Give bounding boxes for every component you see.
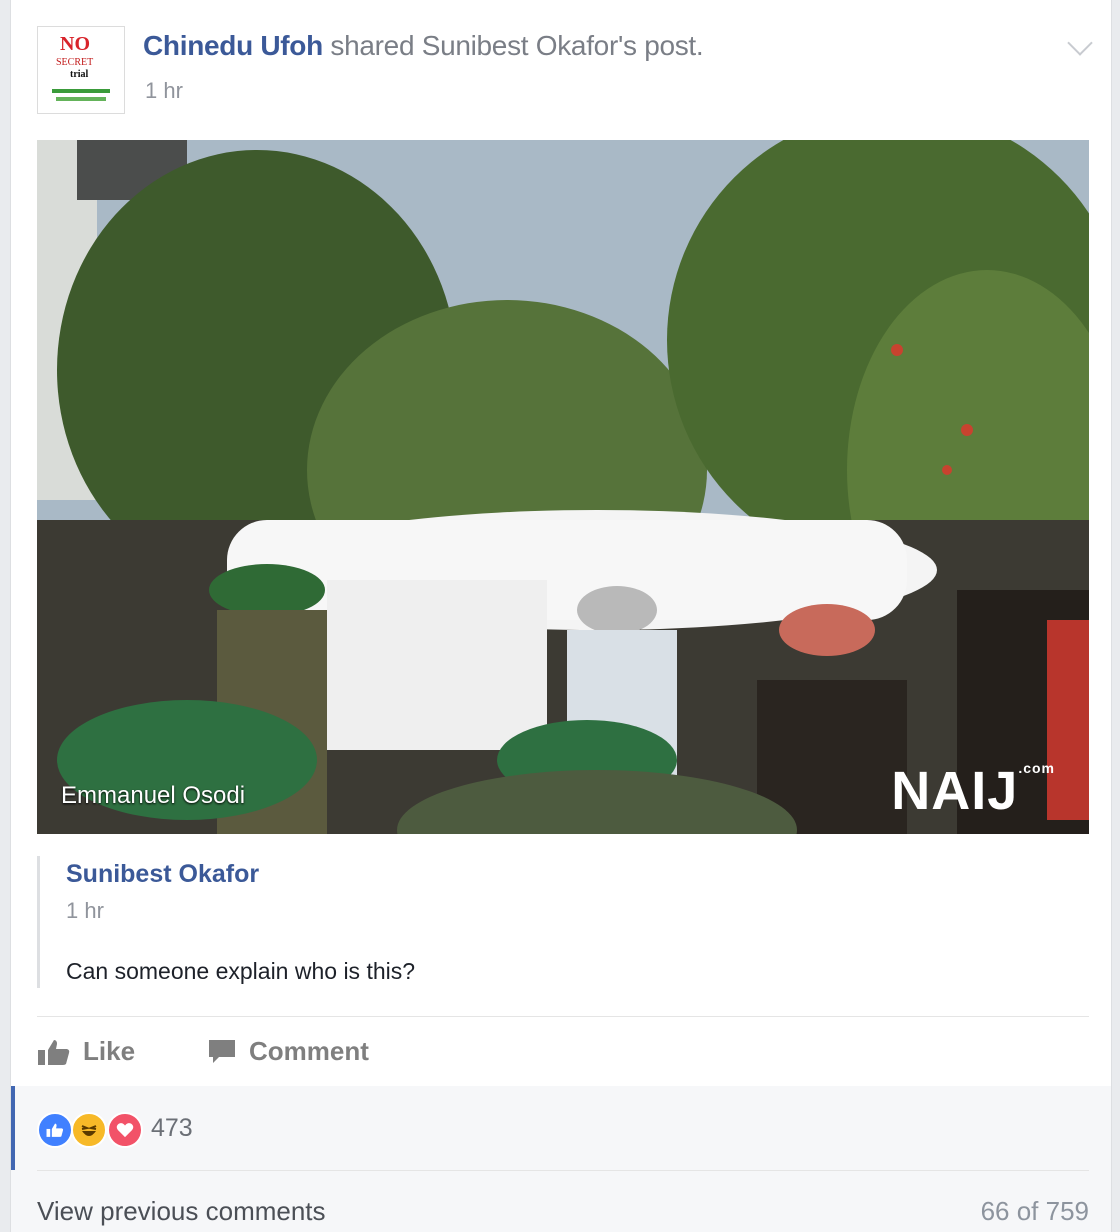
like-label: Like [83,1036,136,1066]
watermark-text: NAIJ [891,761,1019,821]
watermark-logo: NAIJ.com [891,760,1055,822]
avatar-logo-bar [56,97,106,101]
watermark-suffix: .com [1018,760,1055,776]
original-author-link[interactable]: Sunibest Okafor [66,860,259,889]
original-post-text: Can someone explain who is this? [66,958,416,984]
like-button[interactable]: Like [37,1036,135,1067]
focus-accent [11,1086,15,1170]
comment-label: Comment [249,1036,369,1066]
comment-icon [209,1039,235,1063]
view-previous-comments-link[interactable]: View previous comments [37,1196,326,1227]
like-icon [37,1112,73,1148]
sharer-name-link[interactable]: Chinedu Ufoh [143,30,323,61]
divider [37,1016,1089,1017]
post-card: NO SECRET trial Chinedu Ufoh shared Suni… [10,0,1112,1232]
avatar-logo-no: NO [60,33,90,55]
chevron-down-icon[interactable] [1067,30,1093,56]
comment-page-count: 66 of 759 [980,1196,1089,1226]
haha-icon [71,1112,107,1148]
love-icon [107,1112,143,1148]
shared-text: shared Sunibest Okafor's post. [322,30,704,61]
post-timestamp[interactable]: 1 hr [145,78,183,104]
photo-scene [37,140,1089,834]
avatar-logo-secret: SECRET [56,57,94,68]
reaction-count[interactable]: 473 [151,1114,193,1143]
thumbs-up-icon [38,1039,70,1065]
post-header: Chinedu Ufoh shared Sunibest Okafor's po… [143,30,704,62]
original-post: Sunibest Okafor 1 hr Can someone explain… [37,856,1080,988]
photo-credit: Emmanuel Osodi [61,782,246,809]
reaction-summary-bar: 473 View previous comments 66 of 759 [11,1086,1111,1232]
page-avatar[interactable]: NO SECRET trial [37,26,125,114]
divider [37,1170,1089,1171]
comment-button[interactable]: Comment [207,1036,369,1067]
original-timestamp[interactable]: 1 hr [66,898,104,924]
avatar-logo-bar [52,89,110,93]
avatar-logo-trial: trial [70,69,89,80]
post-photo[interactable]: Emmanuel Osodi NAIJ.com [37,140,1089,834]
